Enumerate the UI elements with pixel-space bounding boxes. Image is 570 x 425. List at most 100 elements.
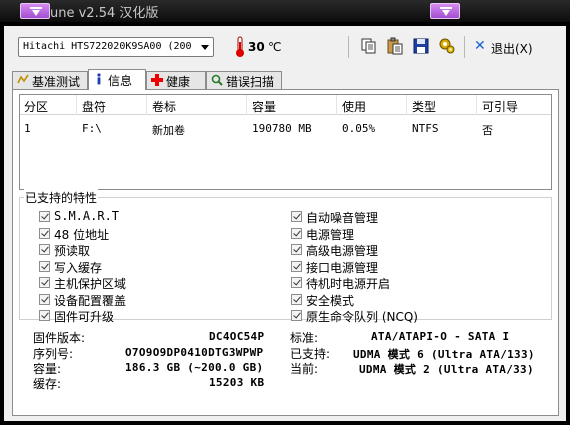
window-title: une v2.54 汉化版 — [50, 6, 159, 21]
checkbox-checked-icon — [291, 260, 302, 272]
health-cross-icon — [151, 74, 163, 86]
column-header[interactable]: 类型 — [412, 98, 436, 115]
exit-label: 退出(X) — [491, 42, 533, 56]
tab-label: 错误扫描 — [226, 75, 275, 89]
checkbox-checked-icon — [291, 293, 302, 305]
partition-table-header: 分区 盘符 卷标 容量 使用 类型 可引导 — [20, 95, 551, 115]
checkbox-checked-icon — [39, 244, 50, 255]
feature-label: 固件可升级 — [54, 310, 115, 324]
feature-label: 主机保护区域 — [54, 277, 127, 291]
checkbox-checked-icon — [291, 227, 302, 239]
checkbox-checked-icon — [291, 244, 302, 255]
features-group-label: 已支持的特性 — [24, 189, 99, 206]
copy-icon[interactable] — [360, 37, 378, 55]
settings-icon[interactable] — [438, 37, 456, 55]
standard-value: ATA/ATAPI-O - SATA I — [371, 330, 510, 343]
temperature-value: 30 — [248, 40, 265, 54]
toolbar-divider — [348, 36, 349, 58]
feature-label: 预读取 — [54, 244, 91, 258]
tab-error-scan[interactable]: 错误扫描 — [206, 71, 282, 89]
drive-info-section: 固件版本: DC4OC54P 序列号: O7O9O9DP0410DTG3WPWP… — [19, 325, 552, 415]
checkbox-checked-icon — [39, 227, 50, 239]
standard-label: 标准: — [290, 331, 319, 345]
drive-select[interactable]: Hitachi HTS722020K9SA00 (200 — [18, 37, 214, 57]
save-icon[interactable] — [412, 37, 430, 55]
feature-label: 接口电源管理 — [306, 260, 379, 275]
close-icon: ✕ — [474, 38, 486, 54]
title-bar[interactable]: une v2.54 汉化版 — [0, 0, 570, 22]
checkbox-checked-icon — [39, 211, 50, 222]
firmware-label: 固件版本: — [33, 331, 86, 345]
minimize-to-tray-button[interactable] — [20, 3, 50, 19]
feature-label: 设备配置覆盖 — [54, 293, 127, 308]
checkbox-checked-icon — [291, 310, 302, 321]
current-value: UDMA 模式 2 (Ultra ATA/33) — [359, 363, 534, 376]
serial-value: O7O9O9DP0410DTG3WPWP — [125, 346, 264, 359]
tab-label: 信息 — [108, 74, 133, 88]
error-scan-icon — [211, 74, 223, 86]
checkbox-checked-icon — [291, 277, 302, 288]
column-header[interactable]: 容量 — [252, 98, 276, 115]
column-divider[interactable] — [336, 95, 337, 115]
column-divider[interactable] — [246, 95, 247, 115]
firmware-value: DC4OC54P — [209, 330, 265, 343]
tab-label: 健康 — [166, 75, 191, 89]
column-header[interactable]: 卷标 — [152, 98, 176, 115]
feature-label: 原生命令队列 (NCQ) — [306, 310, 418, 324]
cell-type: NTFS — [412, 122, 439, 135]
column-header[interactable]: 分区 — [24, 98, 48, 115]
column-divider[interactable] — [146, 95, 147, 115]
tab-info[interactable]: 信息 — [88, 69, 146, 90]
checkbox-checked-icon — [39, 310, 50, 321]
features-group: 已支持的特性 S.M.A.R.T 48 位地址 预读取 写入缓存 主机保护区域 … — [19, 189, 552, 324]
column-divider[interactable] — [76, 95, 77, 115]
main-client-area: Hitachi HTS722020K9SA00 (200 30 ℃ ✕ 退出(X… — [4, 26, 566, 421]
temperature-unit: ℃ — [268, 40, 282, 54]
cell-drive-letter: F:\ — [82, 122, 102, 135]
column-header[interactable]: 可引导 — [482, 98, 518, 115]
cache-value: 15203 KB — [209, 376, 265, 389]
partition-table[interactable]: 分区 盘符 卷标 容量 使用 类型 可引导 1 F:\ 新加卷 190780 M… — [19, 94, 552, 190]
drive-select-value: Hitachi HTS722020K9SA00 (200 — [23, 41, 192, 52]
checkbox-checked-icon — [39, 260, 50, 272]
tab-benchmark[interactable]: 基准测试 — [12, 71, 88, 89]
feature-label: 电源管理 — [306, 227, 355, 242]
chevron-down-icon[interactable] — [201, 45, 209, 50]
feature-label: 待机时电源开启 — [306, 277, 391, 291]
checkbox-checked-icon — [39, 293, 50, 305]
toolbar-divider — [464, 36, 465, 58]
app-window: une v2.54 汉化版 Hitachi HTS722020K9SA00 (2… — [0, 0, 570, 425]
current-label: 当前: — [290, 362, 319, 376]
checkbox-checked-icon — [39, 277, 50, 288]
down-arrow-icon — [440, 7, 452, 16]
cell-usage: 0.05% — [342, 122, 376, 135]
checkbox-checked-icon — [291, 211, 302, 222]
tab-health[interactable]: 健康 — [146, 71, 206, 89]
cell-bootable: 否 — [482, 124, 493, 137]
column-header[interactable]: 使用 — [342, 98, 366, 115]
column-divider[interactable] — [476, 95, 477, 115]
down-arrow-icon — [30, 7, 42, 16]
supported-value: UDMA 模式 6 (Ultra ATA/133) — [353, 348, 535, 361]
info-panel: 分区 盘符 卷标 容量 使用 类型 可引导 1 F:\ 新加卷 190780 M… — [12, 89, 559, 416]
column-header[interactable]: 盘符 — [82, 98, 106, 115]
tray-menu-button[interactable] — [430, 3, 460, 19]
column-divider[interactable] — [406, 95, 407, 115]
cell-partition: 1 — [24, 122, 31, 135]
thermometer-icon — [236, 36, 244, 57]
feature-label: 写入缓存 — [54, 260, 103, 275]
benchmark-icon — [17, 74, 29, 84]
feature-label: 自动噪音管理 — [306, 211, 379, 225]
info-icon — [97, 73, 101, 85]
cell-capacity: 190780 MB — [252, 122, 312, 135]
feature-label: S.M.A.R.T — [54, 209, 120, 223]
feature-label: 高级电源管理 — [306, 244, 379, 258]
capacity-value: 186.3 GB (~200.0 GB) — [125, 361, 264, 374]
toolbar: Hitachi HTS722020K9SA00 (200 30 ℃ ✕ 退出(X… — [4, 26, 566, 68]
cell-volume-label: 新加卷 — [152, 124, 185, 137]
feature-label: 安全模式 — [306, 293, 355, 308]
cache-label: 缓存: — [33, 377, 62, 391]
tab-label: 基准测试 — [32, 75, 81, 89]
paste-icon[interactable] — [386, 37, 404, 55]
feature-label: 48 位地址 — [54, 227, 110, 242]
